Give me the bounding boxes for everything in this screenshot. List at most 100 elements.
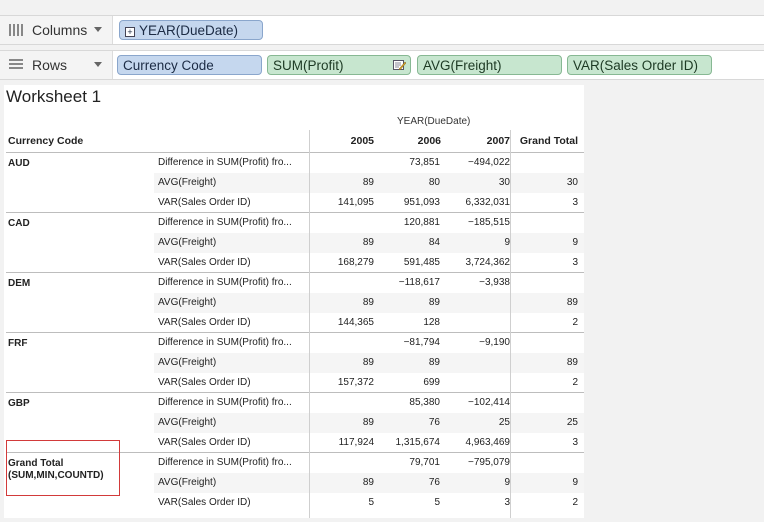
- value-cell[interactable]: 89: [310, 233, 374, 253]
- grand-total-cell[interactable]: 2: [512, 493, 578, 513]
- measure-name-cell[interactable]: VAR(Sales Order ID): [158, 313, 308, 333]
- grand-total-cell[interactable]: 9: [512, 233, 578, 253]
- rows-shelf-header[interactable]: Rows: [4, 51, 108, 79]
- measure-name-cell[interactable]: VAR(Sales Order ID): [158, 433, 308, 453]
- value-cell[interactable]: 120,881: [376, 213, 440, 233]
- columns-shelf-header[interactable]: Columns: [4, 16, 108, 44]
- value-cell[interactable]: 157,372: [310, 373, 374, 393]
- value-cell[interactable]: [442, 353, 510, 373]
- value-cell[interactable]: 76: [376, 473, 440, 493]
- rows-drop-zone[interactable]: Currency Code SUM(Profit) AVG(Freight) V…: [112, 51, 764, 79]
- value-cell[interactable]: 9: [442, 233, 510, 253]
- value-cell[interactable]: 128: [376, 313, 440, 333]
- measure-name-cell[interactable]: Difference in SUM(Profit) fro...: [158, 213, 308, 233]
- grand-total-cell[interactable]: [512, 453, 578, 473]
- worksheet-view[interactable]: Worksheet 1 YEAR(DueDate) Currency Code …: [4, 85, 584, 518]
- value-cell[interactable]: 89: [310, 353, 374, 373]
- measure-name-cell[interactable]: Difference in SUM(Profit) fro...: [158, 153, 308, 173]
- value-cell[interactable]: 76: [376, 413, 440, 433]
- measure-name-cell[interactable]: Difference in SUM(Profit) fro...: [158, 453, 308, 473]
- grand-total-cell[interactable]: [512, 213, 578, 233]
- value-cell[interactable]: [310, 453, 374, 473]
- value-cell[interactable]: 9: [442, 473, 510, 493]
- column-header-year[interactable]: 2005: [309, 135, 374, 147]
- row-group-label[interactable]: CAD: [8, 218, 30, 230]
- measure-name-cell[interactable]: AVG(Freight): [158, 473, 308, 493]
- value-cell[interactable]: 89: [310, 473, 374, 493]
- value-cell[interactable]: −81,794: [376, 333, 440, 353]
- columns-drop-zone[interactable]: + YEAR(DueDate): [112, 16, 764, 44]
- pill-sum-profit[interactable]: SUM(Profit): [267, 55, 411, 75]
- measure-name-cell[interactable]: Difference in SUM(Profit) fro...: [158, 393, 308, 413]
- value-cell[interactable]: 89: [310, 293, 374, 313]
- pill-year-duedate[interactable]: + YEAR(DueDate): [119, 20, 263, 40]
- value-cell[interactable]: [442, 293, 510, 313]
- value-cell[interactable]: 85,380: [376, 393, 440, 413]
- grand-total-cell[interactable]: 2: [512, 373, 578, 393]
- grand-total-cell[interactable]: 3: [512, 193, 578, 213]
- grand-total-cell[interactable]: 89: [512, 353, 578, 373]
- value-cell[interactable]: −102,414: [442, 393, 510, 413]
- expand-plus-icon[interactable]: +: [125, 27, 135, 37]
- grand-total-cell[interactable]: [512, 153, 578, 173]
- value-cell[interactable]: 73,851: [376, 153, 440, 173]
- value-cell[interactable]: −494,022: [442, 153, 510, 173]
- chevron-down-icon[interactable]: [94, 62, 102, 67]
- value-cell[interactable]: 144,365: [310, 313, 374, 333]
- value-cell[interactable]: [310, 213, 374, 233]
- value-cell[interactable]: [442, 313, 510, 333]
- value-cell[interactable]: −3,938: [442, 273, 510, 293]
- grand-total-cell[interactable]: 30: [512, 173, 578, 193]
- value-cell[interactable]: 80: [376, 173, 440, 193]
- measure-name-cell[interactable]: VAR(Sales Order ID): [158, 193, 308, 213]
- grand-total-cell[interactable]: 25: [512, 413, 578, 433]
- pill-avg-freight[interactable]: AVG(Freight): [417, 55, 562, 75]
- value-cell[interactable]: 89: [376, 293, 440, 313]
- value-cell[interactable]: 951,093: [376, 193, 440, 213]
- table-calc-edit-icon[interactable]: [393, 59, 406, 71]
- grand-total-cell[interactable]: 9: [512, 473, 578, 493]
- value-cell[interactable]: 89: [310, 173, 374, 193]
- value-cell[interactable]: 30: [442, 173, 510, 193]
- value-cell[interactable]: −795,079: [442, 453, 510, 473]
- value-cell[interactable]: 4,963,469: [442, 433, 511, 453]
- value-cell[interactable]: 5: [376, 493, 440, 513]
- value-cell[interactable]: −9,190: [442, 333, 510, 353]
- measure-name-cell[interactable]: AVG(Freight): [158, 353, 308, 373]
- row-group-label[interactable]: GBP: [8, 398, 30, 410]
- value-cell[interactable]: 25: [442, 413, 510, 433]
- value-cell[interactable]: −185,515: [442, 213, 510, 233]
- measure-name-cell[interactable]: VAR(Sales Order ID): [158, 253, 308, 273]
- row-group-label[interactable]: AUD: [8, 158, 30, 170]
- column-header-year[interactable]: 2007: [442, 135, 510, 147]
- column-group-header[interactable]: YEAR(DueDate): [397, 116, 470, 127]
- grand-total-cell[interactable]: 3: [512, 253, 578, 273]
- value-cell[interactable]: [310, 273, 374, 293]
- chevron-down-icon[interactable]: [94, 27, 102, 32]
- measure-name-cell[interactable]: AVG(Freight): [158, 293, 308, 313]
- value-cell[interactable]: 5: [310, 493, 374, 513]
- pill-currency-code[interactable]: Currency Code: [117, 55, 262, 75]
- value-cell[interactable]: [310, 393, 374, 413]
- value-cell[interactable]: 141,095: [310, 193, 374, 213]
- measure-name-cell[interactable]: AVG(Freight): [158, 173, 308, 193]
- measure-name-cell[interactable]: AVG(Freight): [158, 413, 308, 433]
- value-cell[interactable]: 6,332,031: [442, 193, 511, 213]
- grand-total-cell[interactable]: [512, 273, 578, 293]
- value-cell[interactable]: 699: [376, 373, 440, 393]
- value-cell[interactable]: [310, 153, 374, 173]
- measure-name-cell[interactable]: VAR(Sales Order ID): [158, 373, 308, 393]
- grand-total-cell[interactable]: 89: [512, 293, 578, 313]
- grand-total-cell[interactable]: [512, 333, 578, 353]
- row-group-label[interactable]: DEM: [8, 278, 30, 290]
- row-group-label[interactable]: FRF: [8, 338, 27, 350]
- value-cell[interactable]: 3: [442, 493, 510, 513]
- value-cell[interactable]: 3,724,362: [442, 253, 511, 273]
- value-cell[interactable]: 1,315,674: [376, 433, 441, 453]
- value-cell[interactable]: −118,617: [376, 273, 440, 293]
- value-cell[interactable]: [442, 373, 510, 393]
- grand-total-cell[interactable]: 2: [512, 313, 578, 333]
- measure-name-cell[interactable]: Difference in SUM(Profit) fro...: [158, 333, 308, 353]
- value-cell[interactable]: 117,924: [310, 433, 374, 453]
- value-cell[interactable]: 79,701: [376, 453, 440, 473]
